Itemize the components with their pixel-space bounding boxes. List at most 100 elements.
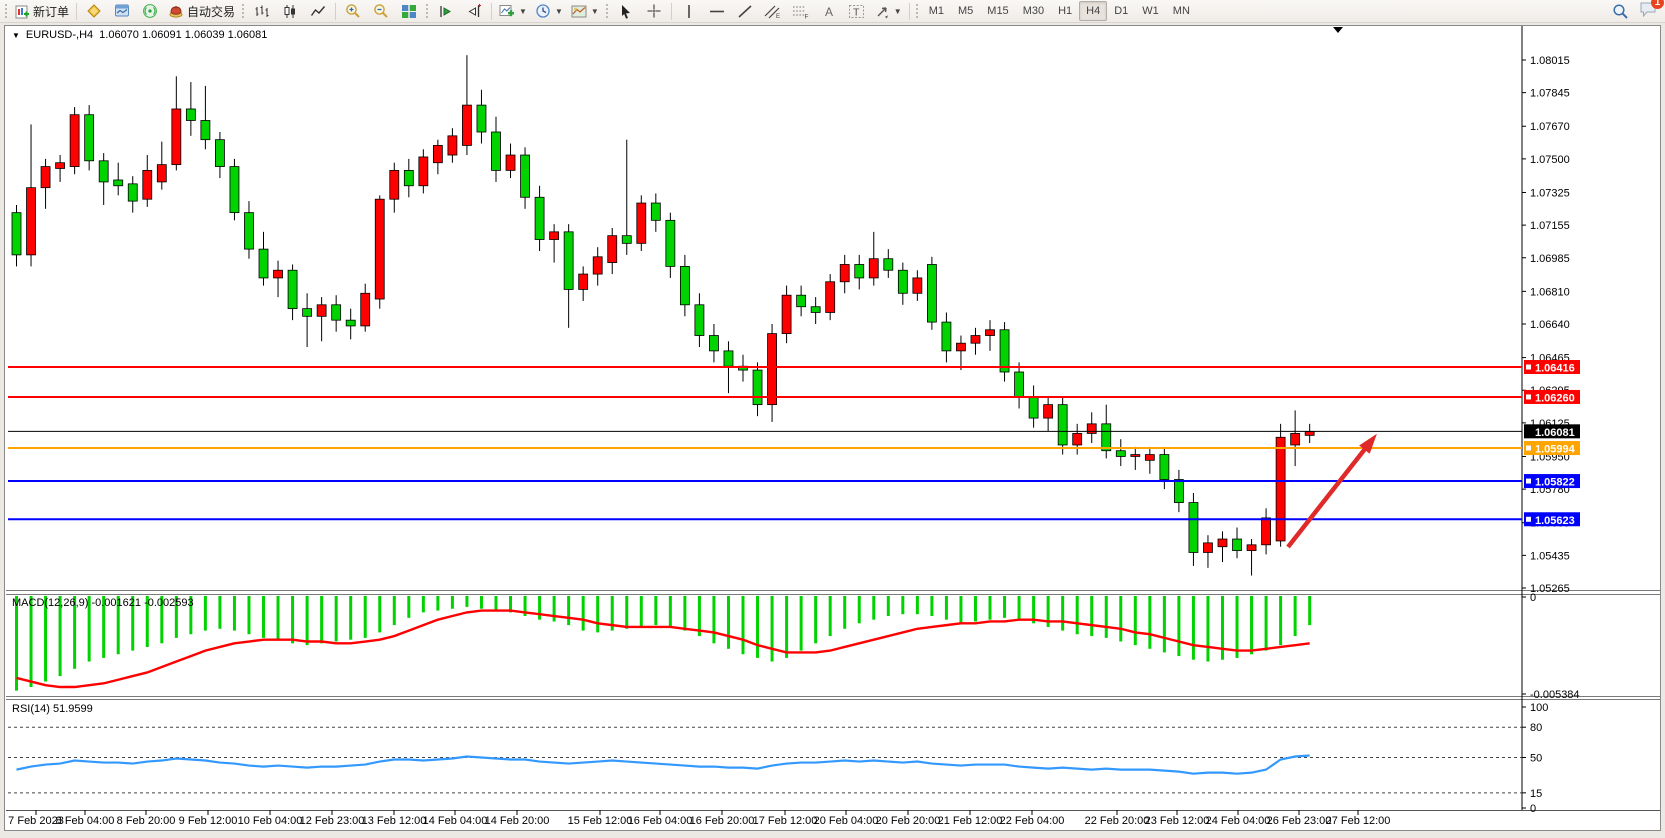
candle-body[interactable] <box>695 305 704 336</box>
time-tick-label[interactable]: 26 Feb 23:00 <box>1267 815 1332 827</box>
time-tick-label[interactable]: 8 Feb 04:00 <box>56 815 115 827</box>
toolbar-grip[interactable] <box>605 3 610 19</box>
candle-body[interactable] <box>1131 455 1140 457</box>
time-tick-label[interactable]: 9 Feb 12:00 <box>179 815 238 827</box>
candle-body[interactable] <box>462 105 471 145</box>
candle-body[interactable] <box>1233 539 1242 551</box>
candle-body[interactable] <box>491 132 500 170</box>
text-tool-button[interactable]: A <box>815 0 843 22</box>
candle-body[interactable] <box>172 109 181 165</box>
toolbar-grip[interactable] <box>241 3 246 19</box>
candle-body[interactable] <box>99 161 108 182</box>
candle-body[interactable] <box>85 115 94 161</box>
candle-body[interactable] <box>317 305 326 317</box>
candle-body[interactable] <box>259 249 268 278</box>
trend-arrow[interactable] <box>1288 440 1372 547</box>
pane-separator[interactable] <box>6 696 1660 697</box>
candle-body[interactable] <box>288 270 297 308</box>
candle-body[interactable] <box>622 236 631 244</box>
chart-shift-button[interactable] <box>460 0 488 22</box>
candle-body[interactable] <box>709 336 718 351</box>
candle-body[interactable] <box>1116 451 1125 457</box>
candle-body[interactable] <box>1058 405 1067 445</box>
candle-body[interactable] <box>56 163 65 169</box>
candle-body[interactable] <box>230 167 239 213</box>
candle-body[interactable] <box>1102 424 1111 451</box>
bar-chart-mode-button[interactable] <box>248 0 276 22</box>
candle-body[interactable] <box>666 220 675 266</box>
cursor-tool-button[interactable] <box>612 0 640 22</box>
candle-body[interactable] <box>419 157 428 186</box>
candle-body[interactable] <box>477 105 486 132</box>
candle-body[interactable] <box>971 336 980 344</box>
candle-body[interactable] <box>579 274 588 289</box>
time-tick-label[interactable]: 21 Feb 12:00 <box>938 815 1003 827</box>
time-tick-label[interactable]: 17 Feb 12:00 <box>753 815 818 827</box>
candle-body[interactable] <box>433 145 442 162</box>
candle-body[interactable] <box>898 270 907 293</box>
candle-body[interactable] <box>956 343 965 351</box>
time-tick-label[interactable]: 23 Feb 12:00 <box>1145 815 1210 827</box>
time-tick-label[interactable]: 24 Feb 04:00 <box>1206 815 1271 827</box>
time-tick-label[interactable]: 27 Feb 12:00 <box>1326 815 1391 827</box>
candle-body[interactable] <box>186 109 195 121</box>
candle-body[interactable] <box>797 295 806 307</box>
tile-windows-button[interactable] <box>395 0 423 22</box>
timeframe-H1[interactable]: H1 <box>1051 1 1079 21</box>
time-tick-label[interactable]: 16 Feb 20:00 <box>690 815 755 827</box>
candle-body[interactable] <box>942 322 951 351</box>
candle-body[interactable] <box>869 259 878 278</box>
pane-separator[interactable] <box>6 594 1660 595</box>
candle-body[interactable] <box>27 188 36 255</box>
pane-separator[interactable] <box>6 590 1660 591</box>
candle-body[interactable] <box>12 213 21 255</box>
candle-body[interactable] <box>1247 545 1256 551</box>
candle-body[interactable] <box>986 330 995 336</box>
candle-body[interactable] <box>215 140 224 167</box>
toolbar-grip[interactable] <box>425 3 430 19</box>
candle-body[interactable] <box>884 259 893 271</box>
time-tick-label[interactable]: 15 Feb 12:00 <box>568 815 633 827</box>
vertical-line-tool-button[interactable] <box>675 0 703 22</box>
auto-trading-button[interactable]: 自动交易 <box>164 0 239 22</box>
crosshair-tool-button[interactable] <box>640 0 668 22</box>
time-tick-label[interactable]: 22 Feb 04:00 <box>1000 815 1065 827</box>
chart-collapse-icon[interactable]: ▼ <box>12 31 20 40</box>
period-button[interactable]: ▼ <box>531 0 567 22</box>
timeframe-M1[interactable]: M1 <box>922 1 951 21</box>
zoom-in-button[interactable] <box>339 0 367 22</box>
candle-body[interactable] <box>593 257 602 274</box>
candle-body[interactable] <box>346 320 355 326</box>
candle-body[interactable] <box>201 120 210 139</box>
timeframe-M15[interactable]: M15 <box>980 1 1015 21</box>
candle-body[interactable] <box>1262 518 1271 545</box>
time-tick-label[interactable]: 22 Feb 20:00 <box>1085 815 1150 827</box>
timeframe-D1[interactable]: D1 <box>1107 1 1135 21</box>
candle-body[interactable] <box>1203 543 1212 553</box>
signal-button[interactable] <box>136 0 164 22</box>
candle-body[interactable] <box>244 213 253 249</box>
candle-body[interactable] <box>1160 455 1169 480</box>
time-tick-label[interactable]: 20 Feb 20:00 <box>876 815 941 827</box>
candle-body[interactable] <box>274 270 283 278</box>
candle-body[interactable] <box>680 266 689 304</box>
toolbar-grip[interactable] <box>915 3 920 19</box>
timeframe-M30[interactable]: M30 <box>1016 1 1051 21</box>
candle-body[interactable] <box>1218 539 1227 547</box>
time-tick-label[interactable]: 14 Feb 04:00 <box>423 815 488 827</box>
time-tick-label[interactable]: 16 Feb 04:00 <box>628 815 693 827</box>
candle-body[interactable] <box>1073 433 1082 445</box>
time-tick-label[interactable]: 20 Feb 04:00 <box>814 815 879 827</box>
candle-body[interactable] <box>506 155 515 170</box>
candle-body[interactable] <box>375 199 384 299</box>
line-chart-mode-button[interactable] <box>304 0 332 22</box>
candle-body[interactable] <box>114 180 123 186</box>
candle-body[interactable] <box>303 309 312 317</box>
time-tick-label[interactable]: 8 Feb 20:00 <box>117 815 176 827</box>
candle-body[interactable] <box>840 264 849 281</box>
auto-scroll-button[interactable] <box>432 0 460 22</box>
market-watch-button[interactable] <box>80 0 108 22</box>
timeframe-W1[interactable]: W1 <box>1135 1 1166 21</box>
data-window-button[interactable] <box>108 0 136 22</box>
timeframe-MN[interactable]: MN <box>1166 1 1197 21</box>
